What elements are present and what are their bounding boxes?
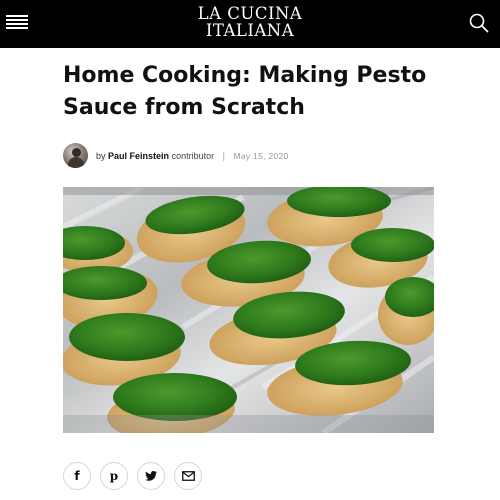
author-link[interactable]: Paul Feinstein <box>108 151 169 161</box>
author-role: contributor <box>171 151 215 161</box>
publish-date: May 15, 2020 <box>233 151 289 161</box>
facebook-share-button[interactable]: f <box>63 462 91 490</box>
email-icon <box>181 471 195 481</box>
brand-line-1: LA CUCINA <box>197 4 303 23</box>
pinterest-icon: p <box>109 469 119 483</box>
author-avatar[interactable] <box>63 143 88 168</box>
hamburger-menu-icon[interactable] <box>6 13 28 33</box>
site-header: LA CUCINA ITALIANA <box>0 0 500 48</box>
hero-photo <box>63 187 434 433</box>
facebook-icon: f <box>74 469 80 483</box>
site-logo[interactable]: LA CUCINA ITALIANA <box>150 5 350 39</box>
twitter-share-button[interactable] <box>137 462 165 490</box>
article-title: Home Cooking: Making Pesto Sauce from Sc… <box>63 63 427 120</box>
twitter-icon <box>145 471 157 481</box>
brand-line-2: ITALIANA <box>205 21 295 40</box>
byline: by Paul Feinstein contributor | May 15, … <box>96 150 289 162</box>
byline-by: by <box>96 151 106 161</box>
byline-separator: | <box>222 151 225 161</box>
email-share-button[interactable] <box>174 462 202 490</box>
search-icon[interactable] <box>468 12 490 34</box>
pinterest-share-button[interactable]: p <box>100 462 128 490</box>
